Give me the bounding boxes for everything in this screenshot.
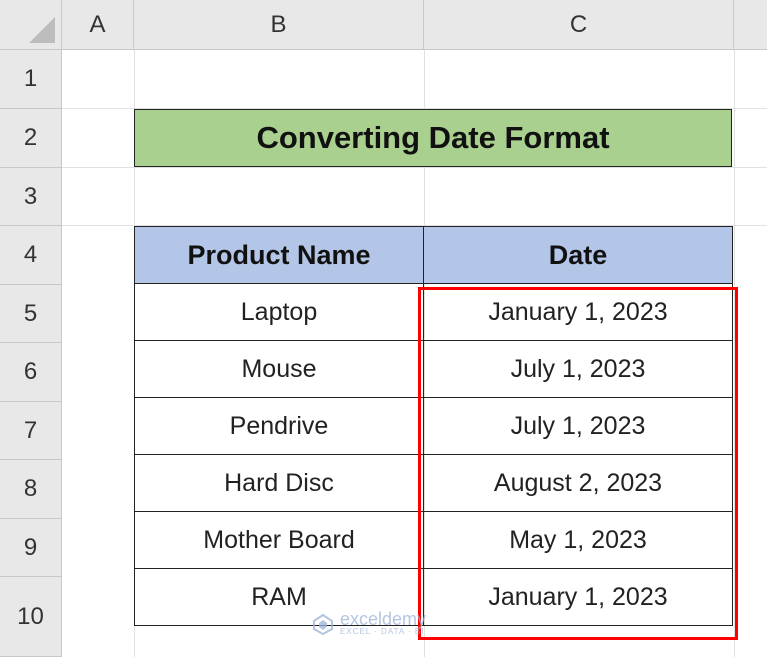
row-header-7[interactable]: 7 [0,402,62,460]
exceldemy-logo-icon [313,613,333,635]
row-header-2[interactable]: 2 [0,109,62,168]
product-cell[interactable]: Mother Board [134,511,424,569]
table-row: Laptop January 1, 2023 [134,283,733,341]
row-header-9[interactable]: 9 [0,519,62,577]
row-header-5[interactable]: 5 [0,285,62,343]
date-cell[interactable]: July 1, 2023 [423,397,733,455]
gridline [62,167,767,168]
table-row: RAM January 1, 2023 [134,568,733,626]
column-header-d-partial[interactable] [734,0,767,50]
title-cell[interactable]: Converting Date Format [134,109,732,167]
date-cell[interactable]: January 1, 2023 [423,568,733,626]
header-date[interactable]: Date [423,226,733,284]
watermark-tagline: EXCEL · DATA · BI [340,627,425,636]
row-header-4[interactable]: 4 [0,226,62,285]
date-cell[interactable]: July 1, 2023 [423,340,733,398]
row-header-1[interactable]: 1 [0,50,62,109]
product-cell[interactable]: Laptop [134,283,424,341]
row-header-3[interactable]: 3 [0,168,62,226]
table-row: Mother Board May 1, 2023 [134,511,733,569]
date-cell[interactable]: January 1, 2023 [423,283,733,341]
watermark-name: exceldemy [340,609,427,629]
date-cell[interactable]: August 2, 2023 [423,454,733,512]
product-cell[interactable]: Mouse [134,340,424,398]
product-cell[interactable]: Hard Disc [134,454,424,512]
row-header-8[interactable]: 8 [0,460,62,519]
column-header-b[interactable]: B [134,0,424,50]
date-cell[interactable]: May 1, 2023 [423,511,733,569]
table-row: Pendrive July 1, 2023 [134,397,733,455]
exceldemy-watermark: exceldemy EXCEL · DATA · BI [312,609,427,636]
table-row: Mouse July 1, 2023 [134,340,733,398]
product-cell[interactable]: Pendrive [134,397,424,455]
data-table: Product Name Date Laptop January 1, 2023… [134,226,733,626]
row-header-10[interactable]: 10 [0,577,62,657]
table-header-row: Product Name Date [134,226,733,284]
header-product-name[interactable]: Product Name [134,226,424,284]
row-header-6[interactable]: 6 [0,343,62,402]
select-all-triangle-icon [29,17,55,43]
select-all-corner[interactable] [0,0,62,50]
column-header-c[interactable]: C [424,0,734,50]
gridline [734,50,735,657]
column-header-a[interactable]: A [62,0,134,50]
table-row: Hard Disc August 2, 2023 [134,454,733,512]
